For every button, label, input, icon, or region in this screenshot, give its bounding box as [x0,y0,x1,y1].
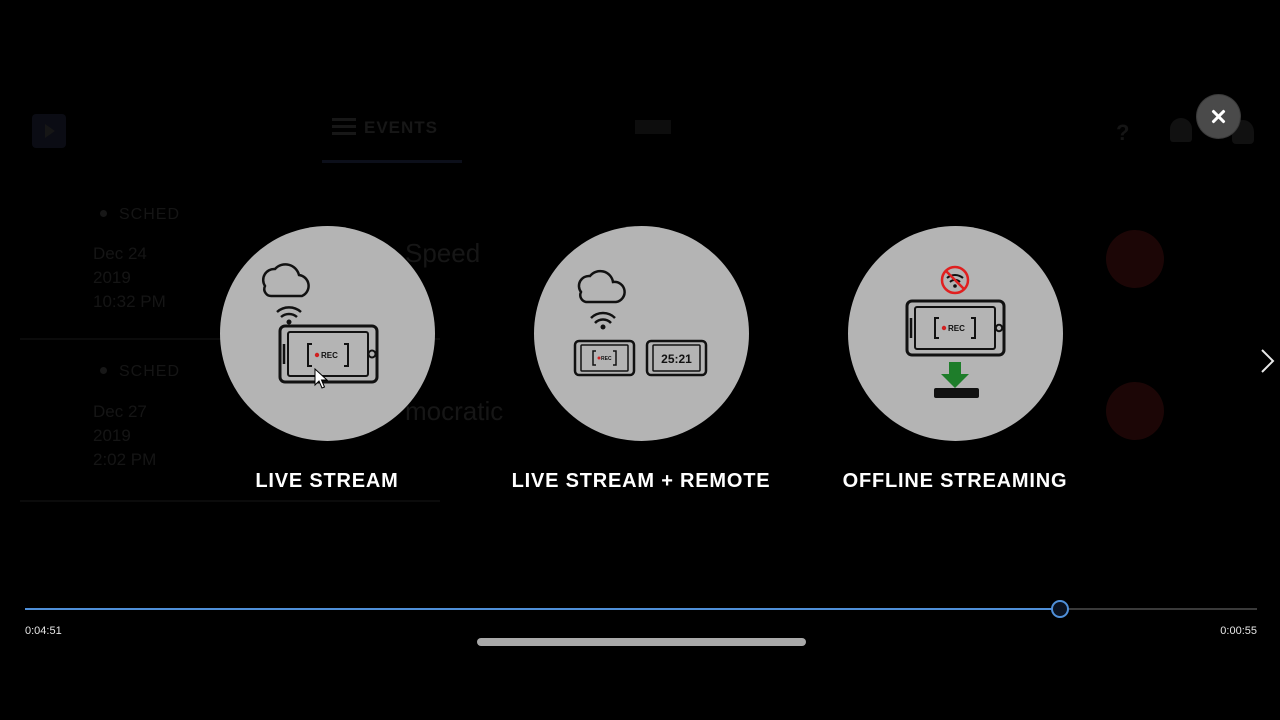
row-status: SCHED [100,206,180,224]
row-divider [20,500,440,502]
playback-scrubber[interactable] [25,600,1257,618]
row-date-line: 10:32 PM [93,292,166,311]
cloud-wifi-phone-rec-icon: REC [261,263,378,384]
time-remaining: 0:00:55 [1220,625,1257,637]
close-button[interactable] [1197,95,1240,138]
live-stream-remote-circle[interactable]: REC 25:21 [533,226,749,441]
row-date-line: Dec 27 [93,402,147,421]
row-date: Dec 27 2019 2:02 PM [93,400,156,472]
list-icon [332,118,356,136]
nav-item-dim [635,120,671,134]
offline-streaming-label[interactable]: OFFLINE STREAMING [795,470,1115,493]
no-wifi-phone-download-icon: REC [905,265,1005,398]
option-live-stream-remote[interactable]: REC 25:21 LIVE STREAM + REMOTE [481,226,801,493]
live-stream-label[interactable]: LIVE STREAM [167,470,487,493]
home-indicator[interactable] [477,638,806,646]
scrubber-handle[interactable] [1050,600,1069,618]
scrubber-progress [25,608,1060,610]
chevron-right-icon[interactable] [1258,348,1278,374]
mouse-cursor-icon [314,368,328,389]
live-stream-remote-label[interactable]: LIVE STREAM + REMOTE [481,470,801,493]
row-date-line: 2019 [93,268,131,287]
row-date: Dec 24 2019 10:32 PM [93,242,166,314]
row-date-line: 2019 [93,426,131,445]
time-elapsed: 0:04:51 [25,625,62,637]
bell-icon [1170,118,1192,142]
row-date-line: 2:02 PM [93,450,157,469]
rec-badge-text: REC [601,356,612,362]
nav-active-underline [322,160,462,163]
help-icon: ? [1116,120,1130,145]
remote-timer-text: 25:21 [661,352,692,366]
live-stream-circle[interactable]: REC [219,226,435,441]
option-offline-streaming[interactable]: REC OFFLINE STREAMING [795,226,1115,493]
rec-badge-text: REC [321,351,338,360]
app-logo-icon [32,114,66,148]
cloud-wifi-dual-phone-icon: REC 25:21 [573,269,707,377]
nav-events-label: EVENTS [364,118,439,137]
option-live-stream[interactable]: REC LIVE STREAM [167,226,487,493]
offline-streaming-circle[interactable]: REC [847,226,1063,441]
row-date-line: Dec 24 [93,244,147,263]
rec-badge-text: REC [948,324,965,333]
nav-events-tab: EVENTS [332,118,438,138]
